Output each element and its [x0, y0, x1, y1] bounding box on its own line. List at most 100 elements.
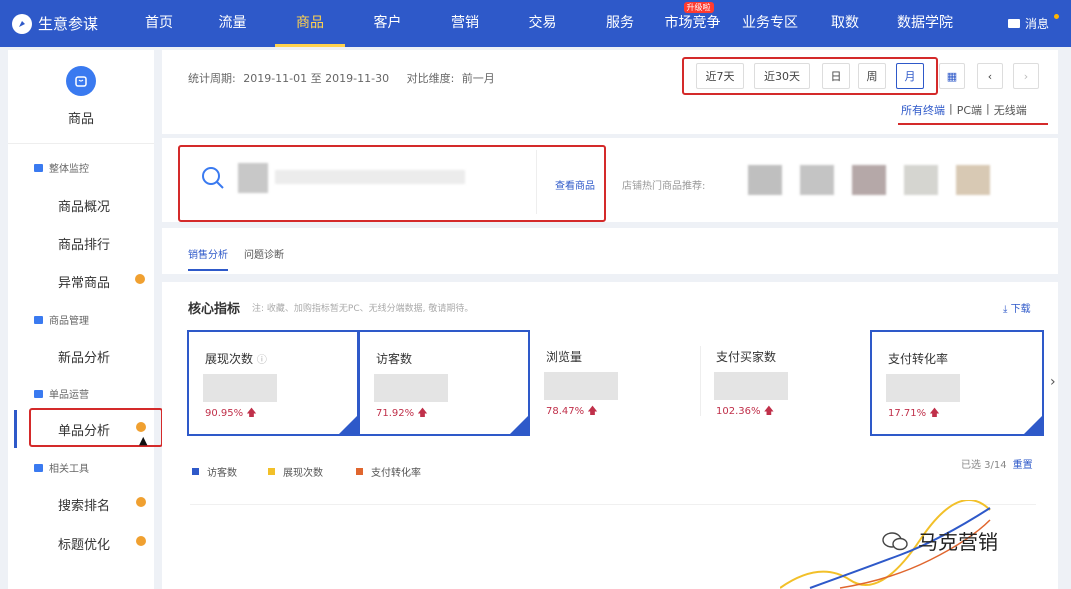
up-arrow-icon: 🡅	[417, 408, 428, 419]
section-label: 相关工具	[49, 464, 89, 475]
sidebar-title: 商品	[67, 112, 94, 127]
mail-icon	[1007, 19, 1020, 28]
metric-conversion-rate[interactable]: 支付转化率 17.71% 🡅	[870, 330, 1044, 436]
nav-product[interactable]: 商品	[275, 0, 345, 47]
main-nav: 首页 流量 商品 客户 营销 交易 服务 市场竞争 升级啦 业务专区 取数 数据…	[128, 0, 970, 47]
highlight-box-range	[682, 57, 938, 95]
metric-value-blurred	[714, 372, 788, 400]
highlight-underline-terminals	[898, 123, 1048, 125]
nav-data-academy[interactable]: 数据学院	[880, 0, 970, 47]
metric-pageviews[interactable]: 浏览量 78.47% 🡅	[530, 330, 700, 436]
tab-sales-analysis[interactable]: 销售分析	[188, 246, 228, 271]
metric-value-blurred	[544, 372, 618, 400]
alert-dot	[136, 536, 146, 546]
up-arrow-icon: 🡅	[246, 408, 257, 419]
reset-link[interactable]: 重置	[1013, 460, 1033, 471]
download-label: 下载	[1010, 304, 1031, 315]
nav-customer[interactable]: 客户	[345, 0, 430, 47]
message-link[interactable]: 消息	[1007, 0, 1059, 47]
metric-change-value: 90.95%	[205, 408, 244, 419]
legend-swatch	[268, 468, 275, 475]
divider: |	[949, 102, 953, 115]
next-arrow-icon[interactable]: ›	[1013, 63, 1039, 89]
analysis-tabs-card	[162, 228, 1058, 274]
hot-product-thumb[interactable]	[852, 165, 886, 195]
terminal-wireless[interactable]: 无线端	[994, 102, 1027, 118]
metric-value-blurred	[203, 374, 277, 402]
download-link[interactable]: ⤓ 下载	[1003, 300, 1031, 315]
nav-trade[interactable]: 交易	[500, 0, 585, 47]
selected-check-icon	[339, 416, 357, 434]
section-label: 整体监控	[49, 164, 89, 175]
chart-icon	[34, 315, 43, 324]
metric-label: 浏览量	[546, 350, 583, 364]
metric-visitors[interactable]: 访客数 71.92% 🡅	[358, 330, 530, 436]
analysis-tabs: 销售分析 问题诊断	[188, 246, 284, 271]
nav-service[interactable]: 服务	[585, 0, 655, 47]
section-label: 商品管理	[49, 316, 89, 327]
section-single-item-ops: 单品运营	[34, 386, 89, 401]
chart-icon	[34, 463, 43, 472]
sidebar-item-product-overview[interactable]: 商品概况	[58, 196, 110, 215]
core-metrics-note: 注: 收藏、加购指标暂无PC、无线分端数据, 敬请期待。	[252, 304, 474, 314]
sidebar-item-title-optimization[interactable]: 标题优化	[58, 534, 110, 553]
wechat-icon	[882, 531, 908, 550]
sidebar-item-search-ranking[interactable]: 搜索排名	[58, 495, 110, 514]
prev-arrow-icon[interactable]: ‹	[977, 63, 1003, 89]
legend-conversion-rate[interactable]: 支付转化率	[356, 464, 421, 479]
period-label: 统计周期:	[188, 72, 236, 85]
logo-icon	[12, 13, 32, 34]
product-bag-icon	[66, 66, 96, 96]
download-icon: ⤓	[1003, 304, 1011, 315]
legend-swatch	[192, 468, 199, 475]
metric-change-value: 17.71%	[888, 408, 927, 419]
legend-impressions[interactable]: 展现次数	[268, 464, 323, 479]
nav-business-zone[interactable]: 业务专区	[730, 0, 810, 47]
notification-dot	[1054, 14, 1059, 19]
alert-dot	[135, 274, 145, 284]
legend-visitors[interactable]: 访客数	[192, 464, 237, 479]
metric-label: 支付买家数	[716, 350, 777, 364]
selected-check-icon	[1024, 416, 1042, 434]
terminal-pc[interactable]: PC端	[957, 102, 982, 118]
nav-marketing[interactable]: 营销	[430, 0, 500, 47]
nav-home[interactable]: 首页	[128, 0, 190, 47]
app-logo[interactable]: 生意参谋	[0, 13, 128, 34]
logo-text: 生意参谋	[38, 15, 99, 33]
calendar-icon[interactable]: ▦	[939, 63, 965, 89]
sidebar-item-product-ranking[interactable]: 商品排行	[58, 234, 110, 253]
metric-impressions[interactable]: 展现次数 ⓘ 90.95% 🡅	[187, 330, 359, 436]
legend-label: 支付转化率	[371, 468, 421, 479]
sidebar-header: 商品	[8, 50, 154, 144]
section-label: 单品运营	[49, 390, 89, 401]
message-label: 消息	[1024, 17, 1049, 31]
nav-traffic[interactable]: 流量	[190, 0, 275, 47]
section-overall-monitor: 整体监控	[34, 160, 89, 175]
divider: |	[986, 102, 990, 115]
terminal-all[interactable]: 所有终端	[901, 102, 945, 118]
upgrade-badge: 升级啦	[683, 2, 714, 13]
terminal-switch: 所有终端 | PC端 | 无线端	[901, 102, 1027, 118]
highlight-box-search	[178, 145, 606, 222]
nav-market-competition[interactable]: 市场竞争 升级啦	[655, 0, 730, 47]
sidebar-item-new-product-analysis[interactable]: 新品分析	[58, 347, 110, 366]
mouse-cursor-icon: ▲	[139, 434, 148, 447]
up-arrow-icon: 🡅	[587, 406, 598, 417]
chart-icon	[34, 163, 43, 172]
tab-problem-diagnosis[interactable]: 问题诊断	[244, 246, 284, 261]
metric-paying-buyers[interactable]: 支付买家数 102.36% 🡅	[700, 330, 870, 436]
chart-icon	[34, 389, 43, 398]
legend-label: 访客数	[207, 468, 237, 479]
period-range: 2019-11-01 至 2019-11-30	[243, 72, 390, 85]
up-arrow-icon: 🡅	[763, 406, 774, 417]
selected-count-text: 已选 3/14	[961, 460, 1007, 471]
next-metrics-arrow-icon[interactable]: ›	[1050, 374, 1056, 390]
hot-product-thumb[interactable]	[956, 165, 990, 195]
hot-product-thumb[interactable]	[800, 165, 834, 195]
help-icon[interactable]: ⓘ	[257, 355, 267, 366]
sidebar-item-abnormal-products[interactable]: 异常商品	[58, 272, 110, 291]
metric-change-value: 102.36%	[716, 406, 761, 417]
hot-product-thumb[interactable]	[904, 165, 938, 195]
nav-data-fetch[interactable]: 取数	[810, 0, 880, 47]
hot-product-thumb[interactable]	[748, 165, 782, 195]
